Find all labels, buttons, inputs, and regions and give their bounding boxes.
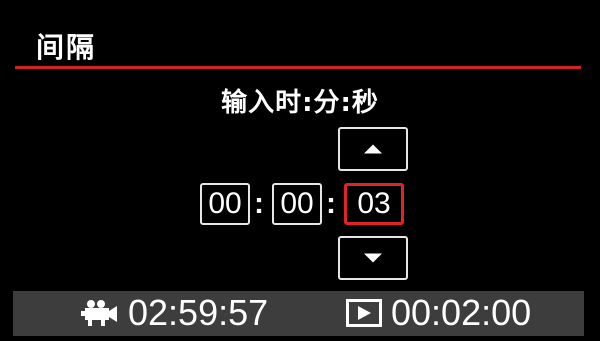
seconds-field[interactable]: 03 [344,183,404,225]
status-bar: 02:59:57 00:02:00 [13,291,584,336]
hours-field[interactable]: 00 [200,183,250,225]
arrow-down-icon [364,253,382,263]
time-separator: : [254,187,264,220]
play-icon [346,299,382,327]
increment-button[interactable] [338,127,408,171]
input-prompt: 输入时:分:秒 [221,88,379,118]
time-separator: : [326,187,336,220]
header-divider [15,66,581,69]
interval-playback-time: 00:02:00 [391,292,532,333]
movie-camera-icon [81,300,117,326]
minutes-field[interactable]: 00 [272,183,322,225]
arrow-up-icon [364,144,382,154]
decrement-button[interactable] [338,236,408,280]
remaining-movie-time: 02:59:57 [128,292,269,333]
header: 间隔 [0,0,600,70]
page-title: 间隔 [36,31,97,64]
